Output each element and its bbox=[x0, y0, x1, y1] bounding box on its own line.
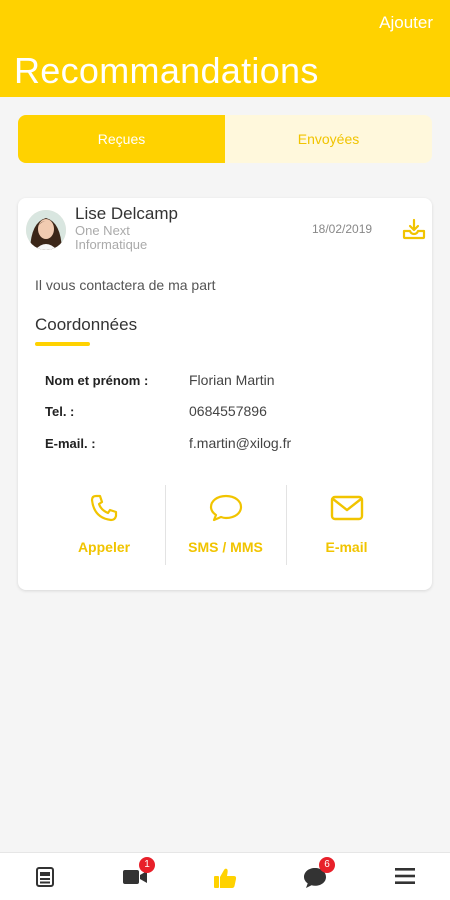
bottom-navigation: 1 6 bbox=[0, 852, 450, 900]
page-title: Recommandations bbox=[14, 50, 319, 91]
tab-received[interactable]: Reçues bbox=[18, 115, 225, 163]
sms-button[interactable]: SMS / MMS bbox=[164, 485, 286, 565]
tab-bar: Reçues Envoyées bbox=[18, 115, 432, 163]
thumbs-up-icon bbox=[214, 868, 237, 888]
section-underline bbox=[35, 342, 90, 346]
recommendation-date: 18/02/2019 bbox=[312, 222, 373, 236]
phone-label: Tel. : bbox=[45, 404, 75, 419]
chat-bubble-icon bbox=[209, 494, 242, 522]
email-value[interactable]: f.martin@xilog.fr bbox=[189, 435, 291, 451]
name-label: Nom et prénom : bbox=[45, 373, 149, 388]
nav-menu[interactable] bbox=[380, 853, 430, 900]
phone-icon bbox=[90, 494, 118, 522]
email-label: E-mail. : bbox=[45, 436, 96, 451]
nav-news[interactable] bbox=[20, 853, 70, 900]
envelope-icon bbox=[330, 495, 363, 521]
add-button[interactable]: Ajouter bbox=[379, 13, 433, 33]
recommendation-card: Lise Delcamp One Next Informatique 18/02… bbox=[18, 198, 432, 590]
avatar[interactable] bbox=[26, 210, 66, 250]
video-badge: 1 bbox=[139, 857, 155, 873]
nav-video[interactable]: 1 bbox=[110, 853, 160, 900]
tab-sent[interactable]: Envoyées bbox=[225, 115, 432, 163]
contact-actions: Appeler SMS / MMS E-mail bbox=[18, 485, 432, 565]
sender-name: Lise Delcamp bbox=[75, 204, 178, 223]
call-label: Appeler bbox=[77, 539, 131, 555]
sender-company: One Next Informatique bbox=[75, 223, 148, 252]
nav-messages[interactable]: 6 bbox=[290, 853, 340, 900]
nav-recommendations[interactable] bbox=[200, 853, 250, 900]
menu-icon bbox=[395, 868, 415, 884]
email-button[interactable]: E-mail bbox=[285, 485, 407, 565]
phone-value[interactable]: 0684557896 bbox=[189, 403, 267, 419]
recommendation-message: Il vous contactera de ma part bbox=[35, 277, 216, 293]
app-header: Ajouter Recommandations bbox=[0, 0, 450, 97]
download-icon[interactable] bbox=[402, 218, 426, 240]
news-icon bbox=[36, 867, 54, 887]
call-button[interactable]: Appeler bbox=[44, 485, 165, 565]
contact-section-title: Coordonnées bbox=[35, 315, 138, 334]
messages-badge: 6 bbox=[319, 857, 335, 873]
name-value: Florian Martin bbox=[189, 372, 275, 388]
sms-label: SMS / MMS bbox=[188, 539, 263, 555]
email-action-label: E-mail bbox=[325, 539, 368, 555]
